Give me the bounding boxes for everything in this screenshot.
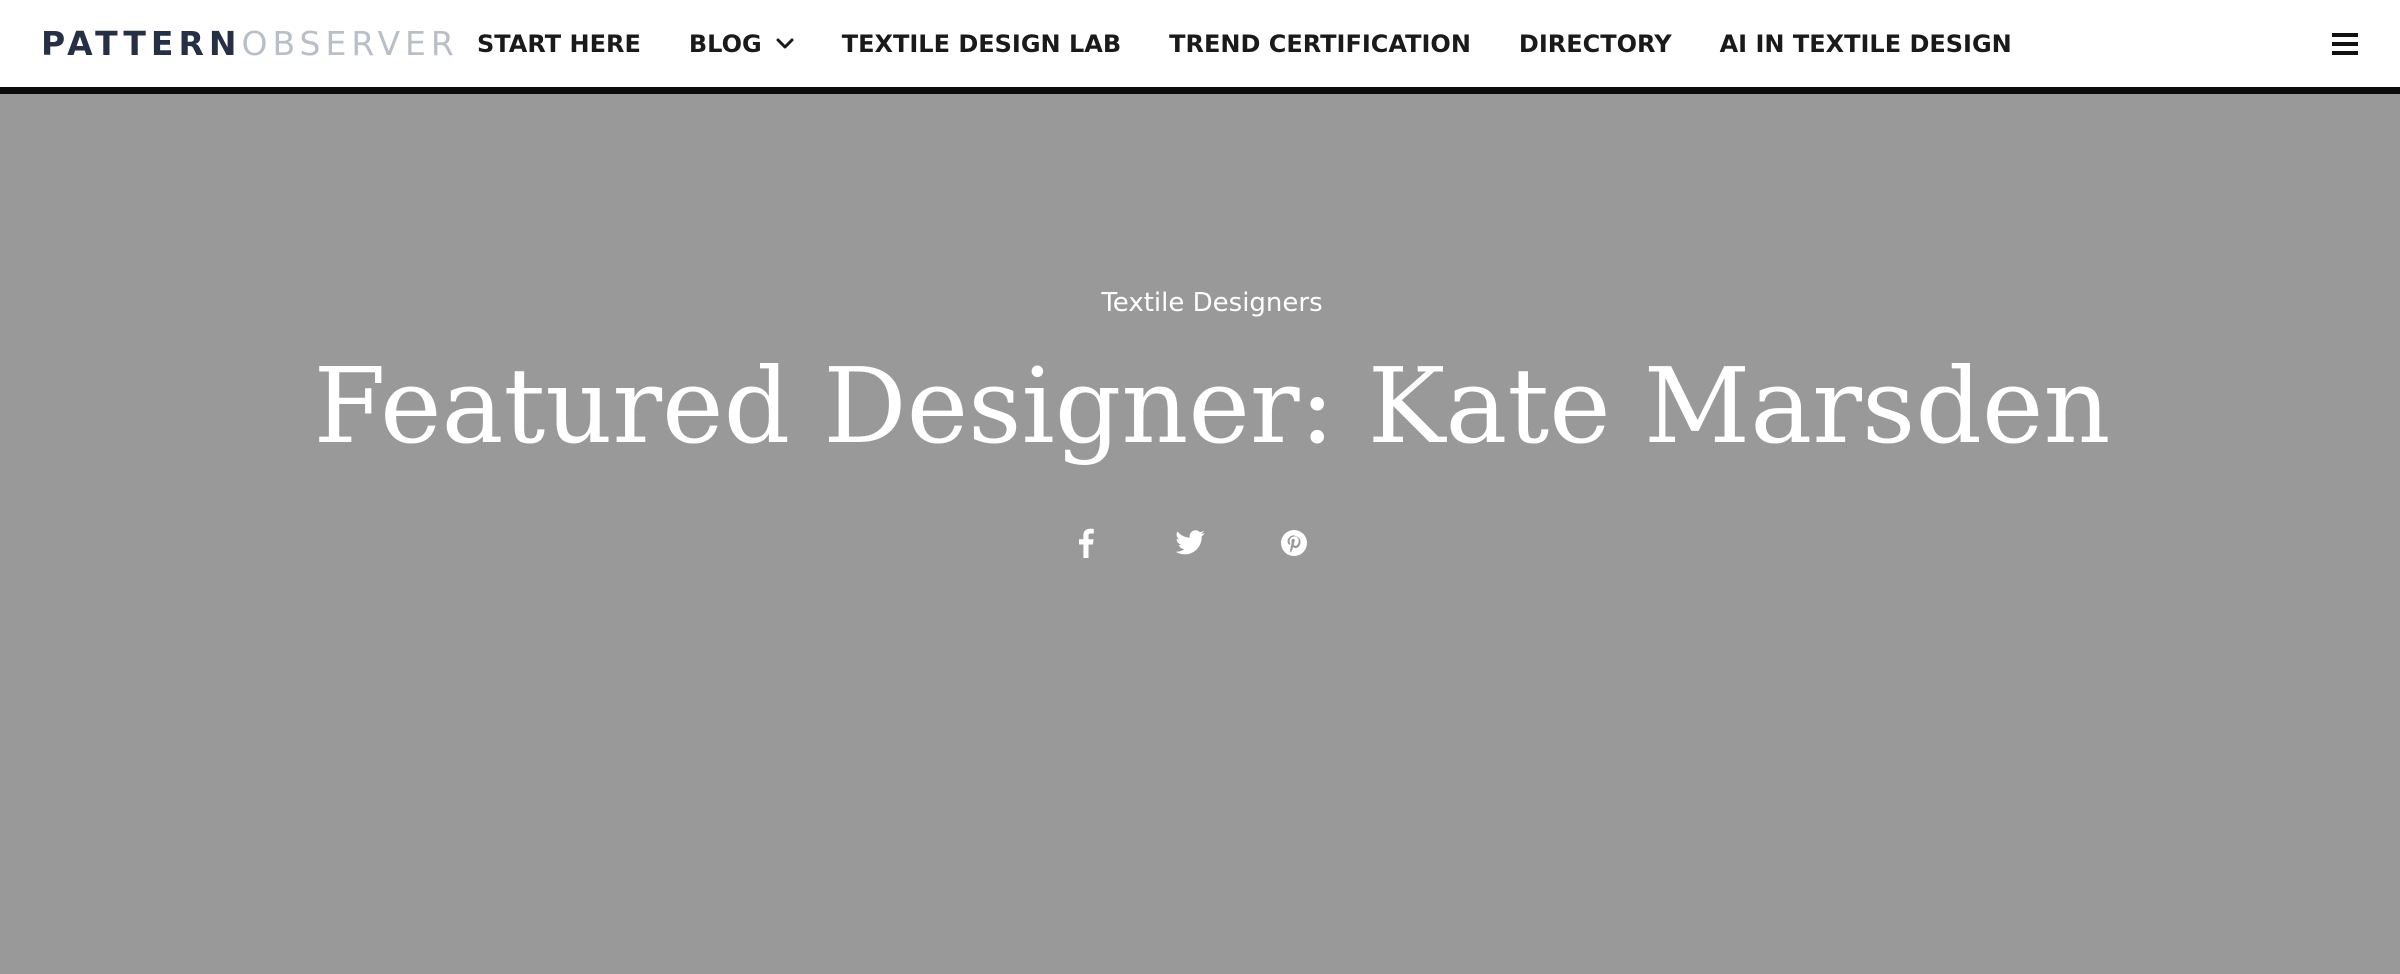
facebook-share-button[interactable]: [1068, 525, 1104, 561]
hamburger-line: [2332, 42, 2358, 46]
nav-item-start-here[interactable]: START HERE: [477, 30, 641, 58]
chevron-down-icon: [776, 38, 794, 49]
nav-item-blog[interactable]: BLOG: [689, 30, 794, 58]
logo-text-pattern: PATTERN: [41, 24, 242, 63]
logo-text-observer: OBSERVER: [241, 24, 459, 63]
nav-item-trend-certification[interactable]: TREND CERTIFICATION: [1169, 30, 1471, 58]
twitter-icon: [1175, 530, 1205, 555]
main-nav: START HERE BLOG TEXTILE DESIGN LAB TREND…: [477, 22, 2012, 66]
nav-item-label: AI IN TEXTILE DESIGN: [1719, 30, 2012, 58]
pinterest-share-button[interactable]: [1276, 525, 1312, 561]
hamburger-line: [2332, 33, 2358, 37]
nav-item-ai-in-textile-design[interactable]: AI IN TEXTILE DESIGN: [1720, 30, 2012, 58]
nav-item-label: BLOG: [688, 30, 762, 58]
nav-item-label: TREND CERTIFICATION: [1169, 30, 1471, 58]
site-header: PATTERN OBSERVER START HERE BLOG TEXTILE …: [0, 0, 2400, 94]
site-logo[interactable]: PATTERN OBSERVER: [41, 22, 459, 66]
pinterest-icon: [1281, 530, 1307, 556]
nav-item-textile-design-lab[interactable]: TEXTILE DESIGN LAB: [842, 30, 1121, 58]
nav-item-label: START HERE: [477, 30, 641, 58]
hamburger-icon[interactable]: [2332, 33, 2358, 55]
nav-item-label: TEXTILE DESIGN LAB: [841, 30, 1122, 58]
post-category[interactable]: Textile Designers: [0, 283, 2400, 323]
twitter-share-button[interactable]: [1172, 525, 1208, 561]
facebook-icon: [1079, 528, 1094, 558]
hero-banner: Textile Designers Featured Designer: Kat…: [0, 101, 2400, 974]
share-links: [1068, 525, 1312, 561]
nav-item-label: DIRECTORY: [1518, 30, 1672, 58]
hamburger-line: [2332, 51, 2358, 55]
nav-item-directory[interactable]: DIRECTORY: [1519, 30, 1672, 58]
post-title: Featured Designer: Kate Marsden: [313, 345, 2111, 467]
